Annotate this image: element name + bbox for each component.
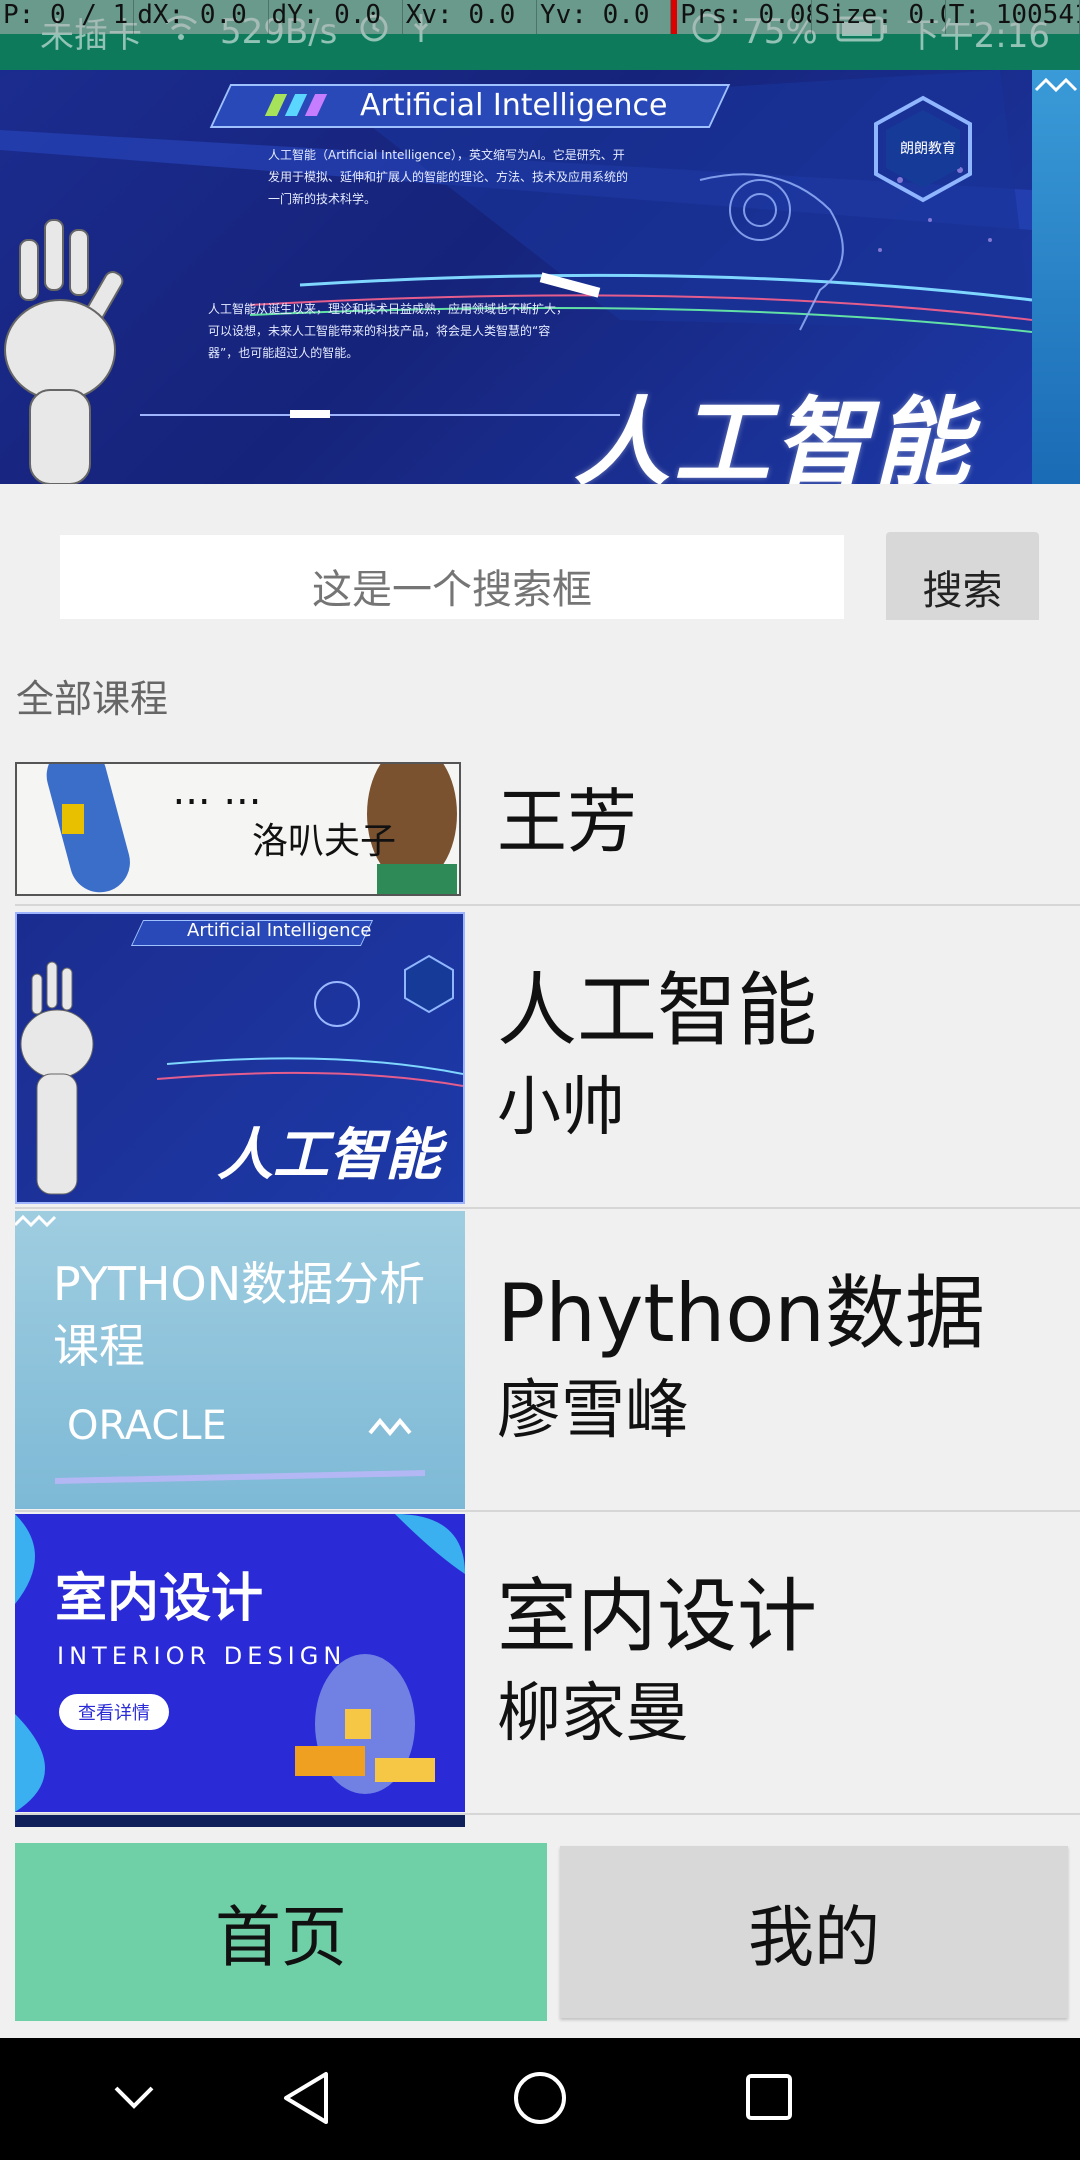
debug-prs: Prs: 0.08 <box>671 0 812 34</box>
robot-hand-image <box>4 219 124 484</box>
banner-next-slide-peek <box>1032 70 1080 484</box>
course-teacher: 王芳 <box>497 781 637 863</box>
course-row[interactable]: Artificial Intelligence 人工智能 人工智能 小帅 <box>15 906 1080 1209</box>
course-thumb-text: PYTHON数据分析课程 <box>53 1257 426 1373</box>
course-title: 室内设计 <box>497 1570 817 1663</box>
chevron-down-icon[interactable] <box>112 2082 156 2112</box>
course-thumb-image: Artificial Intelligence 人工智能 <box>15 912 465 1204</box>
course-list[interactable]: ... ... 洛叭夫子 王芳 Artificial Intelligence … <box>0 762 1080 1827</box>
course-row[interactable]: PYTHON数据分析课程 ORACLE Phython数据 廖雪峰 <box>15 1209 1080 1512</box>
brand-logo-text: 朗朗教育 <box>900 141 956 157</box>
course-teacher: 小帅 <box>497 1071 625 1145</box>
course-thumb-image: 室内设计 INTERIOR DESIGN 查看详情 <box>15 1514 465 1812</box>
banner-header-text: Artificial Intelligence <box>360 88 668 123</box>
debug-t: T: 100541 <box>946 0 1080 34</box>
tab-mine[interactable]: 我的 <box>560 1846 1068 2018</box>
banner-big-title: 人工智能 <box>574 387 974 484</box>
course-row[interactable]: ... ... 洛叭夫子 王芳 <box>15 762 1080 906</box>
course-thumb-image: ... ... 洛叭夫子 <box>15 762 461 896</box>
search-button[interactable]: 搜索 <box>886 532 1039 620</box>
search-input[interactable] <box>60 535 844 619</box>
banner-stripes <box>264 94 328 116</box>
debug-xv: Xv: 0.0 <box>403 0 537 34</box>
debug-dy: dY: 0.0 <box>269 0 403 34</box>
course-thumb-sub: ORACLE <box>67 1403 227 1449</box>
section-label-all-courses: 全部课程 <box>16 677 169 721</box>
next-row-peek <box>15 1815 465 1827</box>
back-icon[interactable] <box>282 2070 332 2126</box>
svg-text:... ...: ... ... <box>172 768 261 814</box>
home-icon[interactable] <box>512 2070 568 2126</box>
course-thumb-detail-button: 查看详情 <box>59 1694 169 1730</box>
debug-dx: dX: 0.0 <box>134 0 269 34</box>
course-thumb-text: 室内设计 <box>55 1569 264 1629</box>
course-thumb-image: PYTHON数据分析课程 ORACLE <box>15 1211 465 1509</box>
course-thumb-text: 洛叭夫子 <box>252 821 397 862</box>
course-teacher: 柳家曼 <box>497 1677 689 1751</box>
pointer-debug-bar: P: 0 / 1 dX: 0.0 dY: 0.0 Xv: 0.0 Yv: 0.0… <box>0 0 1080 34</box>
recents-icon[interactable] <box>744 2072 794 2122</box>
tab-home[interactable]: 首页 <box>15 1843 547 2021</box>
banner-paragraph-1: 人工智能（Artificial Intelligence），英文缩写为AI。它是… <box>268 148 629 206</box>
banner-carousel[interactable]: Artificial Intelligence 人工智能（Artificial … <box>0 70 1032 484</box>
debug-size: Size: 0.0 <box>812 0 946 34</box>
course-title: Phython数据 <box>497 1267 986 1360</box>
course-title: 人工智能 <box>497 964 817 1057</box>
debug-yv: Yv: 0.0 <box>537 0 672 34</box>
debug-pointer: P: 0 / 1 <box>0 0 135 34</box>
banner-paragraph-2: 人工智能从诞生以来，理论和技术日益成熟，应用领域也不断扩大，可以设想，未来人工智… <box>208 302 569 360</box>
system-nav-bar <box>0 2038 1080 2160</box>
course-thumb-sub: INTERIOR DESIGN <box>57 1642 347 1670</box>
course-row[interactable]: 室内设计 INTERIOR DESIGN 查看详情 室内设计 柳家曼 <box>15 1512 1080 1815</box>
course-thumb-text: 人工智能 <box>217 1123 441 1188</box>
course-teacher: 廖雪峰 <box>497 1374 689 1448</box>
